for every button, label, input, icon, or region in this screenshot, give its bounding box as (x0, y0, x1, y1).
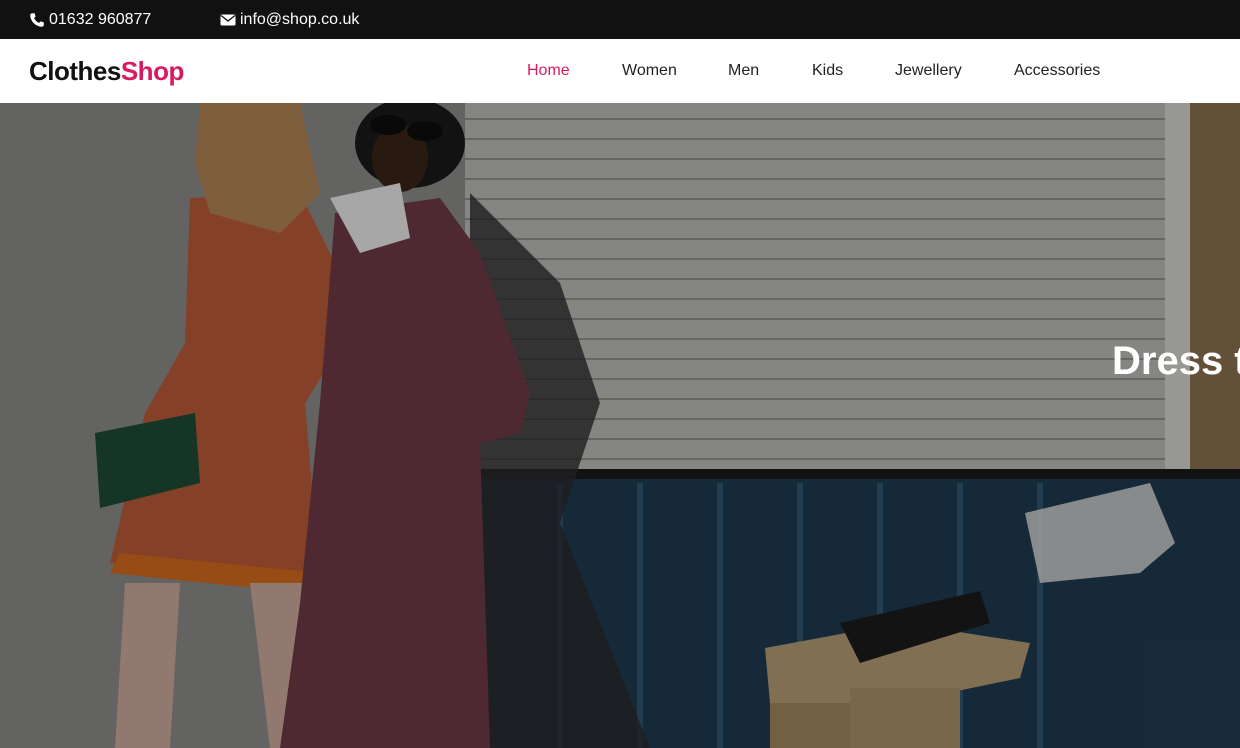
phone-contact[interactable]: 01632 960877 (29, 0, 151, 39)
nav-item-kids[interactable]: Kids (812, 62, 843, 80)
email-address: info@shop.co.uk (240, 10, 360, 28)
nav-item-women[interactable]: Women (622, 62, 677, 80)
nav-item-jewellery[interactable]: Jewellery (895, 62, 962, 80)
nav-item-home[interactable]: Home (527, 62, 570, 80)
hero-title: Dress t (1112, 339, 1240, 383)
phone-number: 01632 960877 (49, 10, 152, 28)
top-contact-bar: 01632 960877 info@shop.co.uk (0, 0, 1240, 39)
main-navbar: Clothes Shop Home Women Men Kids Jeweller… (0, 39, 1240, 103)
email-contact[interactable]: info@shop.co.uk (220, 0, 359, 39)
nav-item-men[interactable]: Men (728, 62, 759, 80)
envelope-icon (220, 13, 236, 27)
hero-banner: Dress t (0, 103, 1240, 748)
nav-menu: Home Women Men Kids Jewellery Accessorie… (0, 39, 1240, 103)
nav-item-accessories[interactable]: Accessories (1014, 62, 1100, 80)
hero-overlay (0, 103, 1240, 748)
phone-icon (29, 12, 45, 28)
